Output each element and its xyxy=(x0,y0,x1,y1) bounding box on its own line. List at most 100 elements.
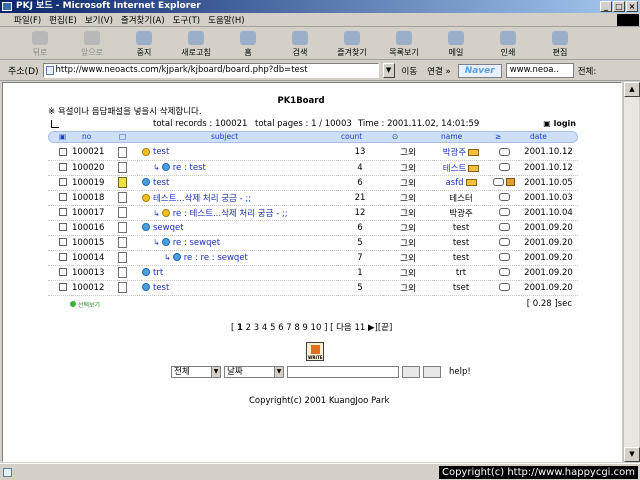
comment-icon[interactable] xyxy=(498,147,510,156)
comment-icon[interactable] xyxy=(493,178,504,186)
row-author[interactable]: 테스트 xyxy=(443,164,466,174)
toolbar-search-input[interactable]: www.neoa.. xyxy=(505,63,574,78)
help-link[interactable]: help! xyxy=(449,367,471,377)
post-subject-link[interactable]: re : re : sewqet xyxy=(184,253,248,263)
row-author: 박광주 xyxy=(449,208,473,219)
row-status: 그외 xyxy=(383,190,433,206)
row-checkbox[interactable] xyxy=(59,147,67,156)
menu-item[interactable]: 파일(F) xyxy=(14,14,41,26)
post-icon xyxy=(172,253,181,261)
header-no: no xyxy=(82,132,92,141)
post-subject-link[interactable]: trt xyxy=(153,268,163,278)
toolbar-button[interactable]: 인쇄 xyxy=(482,28,534,60)
toolbar-label: 목록보기 xyxy=(389,47,419,57)
toolbar-button[interactable]: 홈 xyxy=(222,28,274,60)
toolbar-label: 앞으로 xyxy=(80,47,104,57)
comment-icon[interactable] xyxy=(498,163,510,171)
toolbar-button[interactable]: 즐겨찾기 xyxy=(326,28,378,60)
mail-icon[interactable] xyxy=(468,149,480,157)
toolbar-button[interactable]: 중지 xyxy=(118,28,170,60)
comment-icon[interactable] xyxy=(498,208,510,216)
page-icon xyxy=(45,66,54,75)
search-field-select[interactable]: 날짜 ▼ xyxy=(224,366,284,378)
toolbar-button[interactable]: 목록보기 xyxy=(378,28,430,60)
search-reset-button[interactable] xyxy=(423,366,441,378)
toolbar-button[interactable]: 메일 xyxy=(430,28,482,60)
toolbar-button[interactable]: 새로고침 xyxy=(170,28,222,60)
vertical-scrollbar[interactable]: ▲ ▼ xyxy=(623,82,640,462)
header-subject: subject xyxy=(211,132,239,141)
search-scope-select[interactable]: 전체 ▼ xyxy=(171,366,221,378)
board-search-input[interactable] xyxy=(287,366,399,378)
maximize-button[interactable]: □ xyxy=(613,1,625,12)
row-date: 2001.09.20 xyxy=(519,250,578,266)
comment-icon[interactable] xyxy=(498,223,510,231)
file-icon xyxy=(118,267,127,278)
row-checkbox[interactable] xyxy=(59,268,67,276)
post-subject-link[interactable]: 테스트...삭제 처리 궁금 - ;; xyxy=(153,194,251,204)
toolbar-button[interactable]: 편집 xyxy=(534,28,586,60)
post-subject-link[interactable]: re : sewqet xyxy=(173,238,220,248)
row-checkbox[interactable] xyxy=(59,253,67,261)
login-button[interactable]: ▣ login xyxy=(543,118,576,130)
row-checkbox[interactable] xyxy=(59,163,67,171)
row-checkbox[interactable] xyxy=(59,223,67,231)
address-label: 주소(D) xyxy=(8,67,39,77)
menu-item[interactable]: 즐겨찾기(A) xyxy=(121,14,165,26)
page-links[interactable]: 2 3 4 5 6 7 8 9 10 xyxy=(246,323,322,333)
comment-icon[interactable] xyxy=(498,238,510,246)
row-checkbox[interactable] xyxy=(59,208,67,216)
row-checkbox[interactable] xyxy=(59,238,67,246)
toolbar-button[interactable]: 검색 xyxy=(274,28,326,60)
comment-icon[interactable] xyxy=(498,253,510,261)
home-icon[interactable] xyxy=(506,178,515,186)
row-status: 그외 xyxy=(383,280,433,296)
post-subject-link[interactable]: test xyxy=(153,147,169,157)
header-name: name xyxy=(441,132,463,141)
post-subject-link[interactable]: re : test xyxy=(173,163,206,173)
post-subject-link[interactable]: re : 테스트...삭제 처리 궁금 - ;; xyxy=(173,209,288,219)
menu-item[interactable]: 보기(V) xyxy=(85,14,113,26)
pager-last[interactable]: ▶][끝] xyxy=(368,323,392,333)
post-subject-link[interactable]: test xyxy=(153,178,169,188)
comment-icon[interactable] xyxy=(498,268,510,276)
mail-icon xyxy=(448,30,464,45)
row-author[interactable]: 박광주 xyxy=(443,148,466,158)
minimize-button[interactable]: _ xyxy=(600,1,612,12)
menu-item[interactable]: 편집(E) xyxy=(49,14,77,26)
go-button[interactable]: 이동 xyxy=(399,65,421,77)
hot-post-icon xyxy=(161,209,170,217)
scroll-down-button[interactable]: ▼ xyxy=(624,447,640,462)
links-label[interactable]: 연결 » xyxy=(424,65,454,77)
naver-logo[interactable]: Naver xyxy=(457,63,502,78)
select-view-button[interactable]: 선택보기 xyxy=(78,300,100,309)
header-date: date xyxy=(530,132,547,141)
list-header: ▣ no □ subject count ⊙ name ≥ date xyxy=(48,131,578,143)
post-subject-link[interactable]: sewqet xyxy=(153,223,184,233)
post-icon xyxy=(142,223,150,231)
table-row: 100016 sewqet 6 그외 test 2001.09.20 xyxy=(48,220,578,236)
toolbar-label: 편집 xyxy=(552,47,568,57)
search-button[interactable] xyxy=(402,366,420,378)
menu-item[interactable]: 도움말(H) xyxy=(208,14,244,26)
toolbar-button[interactable]: 앞으로 xyxy=(66,28,118,60)
address-input[interactable]: http://www.neoacts.com/kjpark/kjboard/bo… xyxy=(42,63,379,78)
login-label: login xyxy=(553,119,576,128)
write-button[interactable]: WRITE xyxy=(306,342,324,361)
address-dropdown-button[interactable]: ▼ xyxy=(382,63,395,78)
post-subject-link[interactable]: test xyxy=(153,283,169,293)
row-checkbox[interactable] xyxy=(59,283,67,291)
scroll-up-button[interactable]: ▲ xyxy=(624,82,640,97)
close-button[interactable]: × xyxy=(626,1,638,12)
mail-icon[interactable] xyxy=(465,178,477,186)
row-author[interactable]: asfd xyxy=(445,178,463,188)
menu-item[interactable]: 도구(T) xyxy=(173,14,200,26)
row-no: 100019 xyxy=(72,175,118,191)
toolbar-button[interactable]: 뒤로 xyxy=(14,28,66,60)
row-checkbox[interactable] xyxy=(59,193,67,201)
comment-icon[interactable] xyxy=(498,193,510,201)
pager-next[interactable]: ] [ 다음 11 xyxy=(324,323,365,333)
row-checkbox[interactable] xyxy=(59,178,67,186)
mail-icon[interactable] xyxy=(468,164,480,172)
comment-icon[interactable] xyxy=(498,283,510,291)
